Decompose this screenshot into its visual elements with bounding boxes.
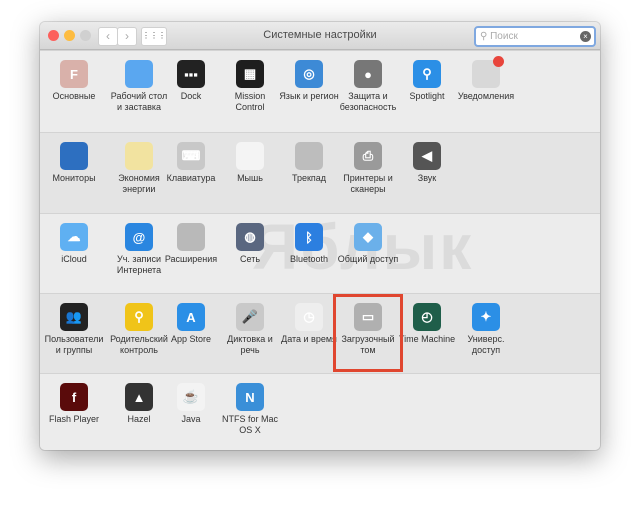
pref-label: Диктовка и речь [227,334,273,355]
bluetooth-icon: ᛒ [295,223,323,251]
pref-cloud[interactable]: ☁ iCloud [43,213,105,265]
appstore-icon: A [177,303,205,331]
pref-clock[interactable]: ◷ Дата и время [278,293,340,345]
folder-share-icon: ◆ [354,223,382,251]
pref-label: Универс. доступ [467,334,505,355]
pref-appstore[interactable]: A App Store [160,293,222,345]
ntfs-icon: N [236,383,264,411]
keyboard-icon: ⌨ [177,142,205,170]
pref-keyboard[interactable]: ⌨ Клавиатура [160,132,222,184]
pref-monitor[interactable]: Мониторы [43,132,105,184]
pref-label: Трекпад [291,173,327,183]
at-icon: @ [125,223,153,251]
desktop-icon [125,60,153,88]
pref-mouse[interactable]: Мышь [219,132,281,184]
pref-label: Mission Control [234,91,266,112]
pref-label: Мышь [237,173,263,183]
pref-label: Принтеры и сканеры [343,173,393,194]
pref-label: Общий доступ [337,254,399,264]
pref-house-lock[interactable]: ● Защита и безопасность [337,50,399,113]
pref-label: Защита и безопасность [339,91,397,112]
puzzle-icon [177,223,205,251]
system-preferences-window: ‹ › ⋮⋮⋮ Системные настройки ⚲ Поиск × Яб… [40,22,600,450]
pref-ntfs[interactable]: N NTFS for Mac OS X [219,373,281,436]
pref-label: NTFS for Mac OS X [221,414,278,435]
pref-users[interactable]: 👥 Пользователи и группы [43,293,105,356]
pref-label: Дата и время [281,334,337,344]
pref-trackpad[interactable]: Трекпад [278,132,340,184]
pref-label: Мониторы [52,173,96,183]
pref-label: Звук [417,173,437,183]
pref-dock[interactable]: ▪▪▪ Dock [160,50,222,102]
hazel-icon: ▲ [125,383,153,411]
printer-icon: ⎙ [354,142,382,170]
globe-icon: ◍ [236,223,264,251]
general-icon: F [60,60,88,88]
time-machine-icon: ◴ [413,303,441,331]
monitor-icon [60,142,88,170]
pref-label: iCloud [61,254,87,264]
speaker-icon: ◀ [413,142,441,170]
pref-label: App Store [170,334,212,344]
parental-icon: ⚲ [125,303,153,331]
dock-icon: ▪▪▪ [177,60,205,88]
notifications-icon [472,56,504,88]
java-icon: ☕ [177,383,205,411]
clock-icon: ◷ [295,303,323,331]
pref-label: Пользователи и группы [44,334,104,355]
pref-general[interactable]: F Основные [43,50,105,102]
pref-microphone[interactable]: 🎤 Диктовка и речь [219,293,281,356]
pref-label: Уведомления [457,91,515,101]
pref-speaker[interactable]: ◀ Звук [396,132,458,184]
pref-label: Java [181,414,201,424]
cloud-icon: ☁ [60,223,88,251]
pref-label: Flash Player [48,414,100,424]
clear-search-icon[interactable]: × [580,31,591,42]
search-placeholder: Поиск [490,31,518,42]
badge-dot [493,56,504,67]
pref-globe[interactable]: ◍ Сеть [219,213,281,265]
search-input[interactable]: ⚲ Поиск × [474,26,596,47]
pref-spotlight[interactable]: ⚲ Spotlight [396,50,458,102]
pref-notifications[interactable]: Уведомления [455,50,517,102]
accessibility-icon: ✦ [472,303,500,331]
pref-flag[interactable]: ◎ Язык и регион [278,50,340,102]
pref-label: Spotlight [409,91,445,101]
pref-label: Bluetooth [289,254,329,264]
pref-puzzle[interactable]: Расширения [160,213,222,265]
pref-printer[interactable]: ⎙ Принтеры и сканеры [337,132,399,195]
microphone-icon: 🎤 [236,303,264,331]
pref-label: Язык и регион [279,91,339,101]
mission-control-icon: ▦ [236,60,264,88]
pref-folder-share[interactable]: ◆ Общий доступ [337,213,399,265]
search-icon: ⚲ [480,31,488,42]
bulb-icon [125,142,153,170]
pref-label: Time Machine [398,334,456,344]
pref-label: Основные [52,91,96,101]
highlight-box [333,294,403,372]
flash-icon: f [60,383,88,411]
house-lock-icon: ● [354,60,382,88]
pref-mission-control[interactable]: ▦ Mission Control [219,50,281,113]
users-icon: 👥 [60,303,88,331]
trackpad-icon [295,142,323,170]
pref-java[interactable]: ☕ Java [160,373,222,425]
pref-bluetooth[interactable]: ᛒ Bluetooth [278,213,340,265]
pref-time-machine[interactable]: ◴ Time Machine [396,293,458,345]
title-bar: ‹ › ⋮⋮⋮ Системные настройки ⚲ Поиск × [40,22,600,50]
pref-label: Расширения [164,254,218,264]
pref-accessibility[interactable]: ✦ Универс. доступ [455,293,517,356]
pref-flash[interactable]: f Flash Player [43,373,105,425]
pref-label: Dock [180,91,202,101]
pref-label: Клавиатура [166,173,216,183]
mouse-icon [236,142,264,170]
pref-label: Сеть [239,254,261,264]
flag-icon: ◎ [295,60,323,88]
spotlight-icon: ⚲ [413,60,441,88]
